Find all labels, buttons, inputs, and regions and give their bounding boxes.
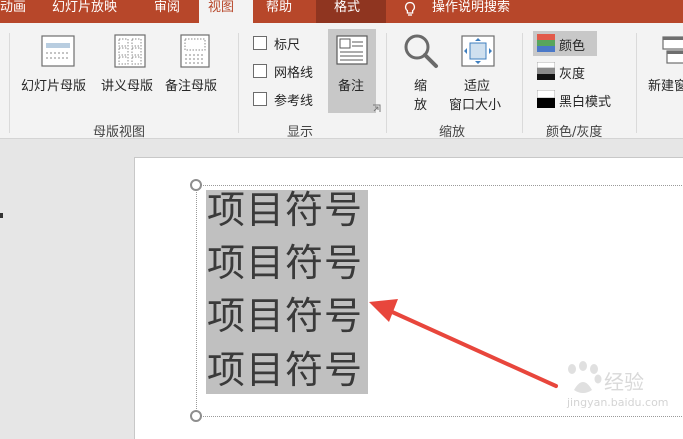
watermark-url: jingyan.baidu.com — [567, 396, 669, 409]
group-label-master-views: 母版视图 — [93, 125, 146, 140]
tab-animation[interactable]: 动画 — [0, 0, 30, 23]
black-white-button[interactable]: 黑白模式 — [559, 91, 611, 110]
dialog-launcher-icon[interactable] — [372, 104, 381, 113]
bullet-item-1[interactable]: 项目符号 — [207, 190, 363, 230]
new-window-button[interactable]: 新建窗 — [648, 75, 683, 94]
gridlines-checkbox[interactable] — [253, 64, 267, 78]
group-label-zoom: 缩放 — [439, 125, 466, 140]
ruler-checkbox[interactable] — [253, 36, 267, 50]
slide-master-icon[interactable] — [41, 35, 75, 67]
bullet-item-3[interactable]: 项目符号 — [207, 296, 363, 336]
color-swatch-icon — [537, 34, 555, 52]
slide-master-button[interactable]: 幻灯片母版 — [21, 75, 86, 94]
group-separator — [636, 33, 637, 133]
fit-window-label-line1[interactable]: 适应 — [464, 75, 490, 94]
group-label-show: 显示 — [287, 125, 314, 140]
handout-master-icon[interactable] — [114, 34, 146, 68]
group-separator — [386, 33, 387, 133]
group-separator — [9, 33, 10, 133]
notes-master-icon[interactable] — [180, 34, 210, 68]
grayscale-button[interactable]: 灰度 — [559, 63, 585, 82]
tab-review[interactable]: 审阅 — [154, 0, 194, 23]
group-separator — [522, 33, 523, 133]
tell-me-search[interactable]: 操作说明搜索 — [432, 0, 542, 23]
bullet-item-2[interactable]: 项目符号 — [207, 243, 363, 283]
zoom-label-line1[interactable]: 缩 — [414, 75, 427, 94]
notes-label: 备注 — [338, 79, 365, 94]
ribbon-tab-strip: 动画 幻灯片放映 审阅 视图 帮助 格式 操作说明搜索 — [0, 0, 683, 23]
watermark-brand: 经验 — [604, 370, 644, 394]
guides-label: 参考线 — [274, 94, 314, 109]
guides-checkbox[interactable] — [253, 92, 267, 106]
ruler-label: 标尺 — [274, 38, 301, 53]
tab-help[interactable]: 帮助 — [266, 0, 306, 23]
fit-window-icon[interactable] — [461, 35, 495, 67]
thumbnail-edge — [0, 213, 3, 218]
baidu-paw-logo — [568, 361, 602, 393]
tab-format[interactable]: 格式 — [316, 0, 386, 23]
handout-master-button[interactable]: 讲义母版 — [101, 75, 153, 94]
tab-slideshow[interactable]: 幻灯片放映 — [52, 0, 162, 23]
grayscale-swatch-icon[interactable] — [537, 62, 555, 80]
black-white-swatch-icon[interactable] — [537, 90, 555, 108]
notes-icon — [336, 35, 368, 65]
zoom-label-line2[interactable]: 放 — [414, 94, 427, 113]
group-label-color-grayscale: 颜色/灰度 — [546, 125, 603, 140]
group-separator — [238, 33, 239, 133]
tab-view[interactable]: 视图 — [199, 0, 253, 23]
lightbulb-icon[interactable] — [400, 0, 420, 20]
magnifier-icon[interactable] — [403, 33, 439, 69]
resize-handle-top-left[interactable] — [190, 179, 202, 191]
gridlines-label: 网格线 — [274, 66, 314, 81]
notes-master-button[interactable]: 备注母版 — [165, 75, 217, 94]
new-window-icon[interactable] — [661, 35, 683, 65]
resize-handle-bottom-left[interactable] — [190, 410, 202, 422]
color-label: 颜色 — [559, 39, 586, 54]
fit-window-label-line2[interactable]: 窗口大小 — [449, 94, 501, 113]
bullet-item-4[interactable]: 项目符号 — [207, 350, 363, 390]
